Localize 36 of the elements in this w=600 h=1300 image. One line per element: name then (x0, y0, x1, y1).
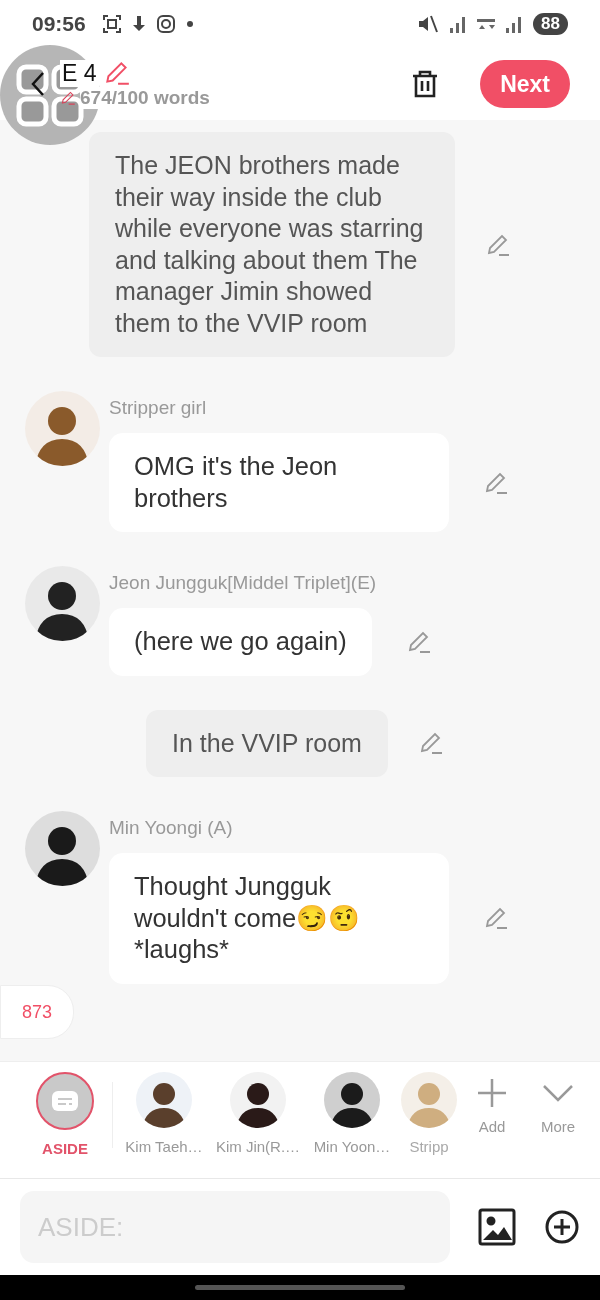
message-bubble: (here we go again) (109, 608, 372, 676)
character-label: Kim Jin(R.… (215, 1138, 301, 1155)
note-icon (52, 1091, 78, 1111)
message-bubble: Thought Jungguk wouldn't come😏🤨 *laughs* (109, 853, 449, 984)
status-time: 09:56 (32, 12, 86, 36)
network-icon (477, 19, 496, 29)
narration-bubble: The JEON brothers made their way inside the club while everyone was starring and talking about them The manager Jimin showed them to the VVIP room (89, 132, 455, 357)
chapter-title: E 4 (60, 59, 99, 87)
character-label: ASIDE (42, 1140, 88, 1157)
screenshot-icon (101, 14, 122, 34)
add-circle-icon[interactable] (544, 1209, 580, 1245)
action-label: Add (478, 1118, 506, 1135)
dot-icon (185, 20, 194, 28)
narration-bubble: In the VVIP room (146, 709, 388, 777)
character-label: Min Yoon… (313, 1138, 391, 1155)
action-label: More (540, 1118, 576, 1135)
message-bubble: OMG it's the Jeon brothers (109, 433, 449, 532)
edit-icon[interactable] (60, 90, 76, 106)
image-icon[interactable] (478, 1208, 516, 1246)
mute-icon (417, 14, 440, 34)
word-count: 674/100 words (80, 87, 210, 109)
character-label: Kim Taeh… (125, 1138, 203, 1155)
camera-icon (155, 14, 176, 34)
edit-icon[interactable] (483, 905, 509, 932)
plus-icon[interactable] (475, 1076, 509, 1110)
signal-icon (449, 14, 468, 34)
character-label: Stripp (409, 1138, 449, 1155)
signal-icon (505, 14, 524, 34)
download-icon (131, 14, 146, 34)
next-button[interactable]: Next (480, 60, 570, 108)
character-name: Min Yoongi (A) (109, 817, 234, 839)
battery-level: 88 (533, 13, 568, 35)
aside-avatar[interactable] (36, 1072, 94, 1130)
character-name: Jeon Jungguk[Middel Triplet](E) (109, 572, 378, 594)
counter-pill[interactable]: 873 (0, 985, 74, 1039)
character-name: Stripper girl (109, 397, 208, 419)
